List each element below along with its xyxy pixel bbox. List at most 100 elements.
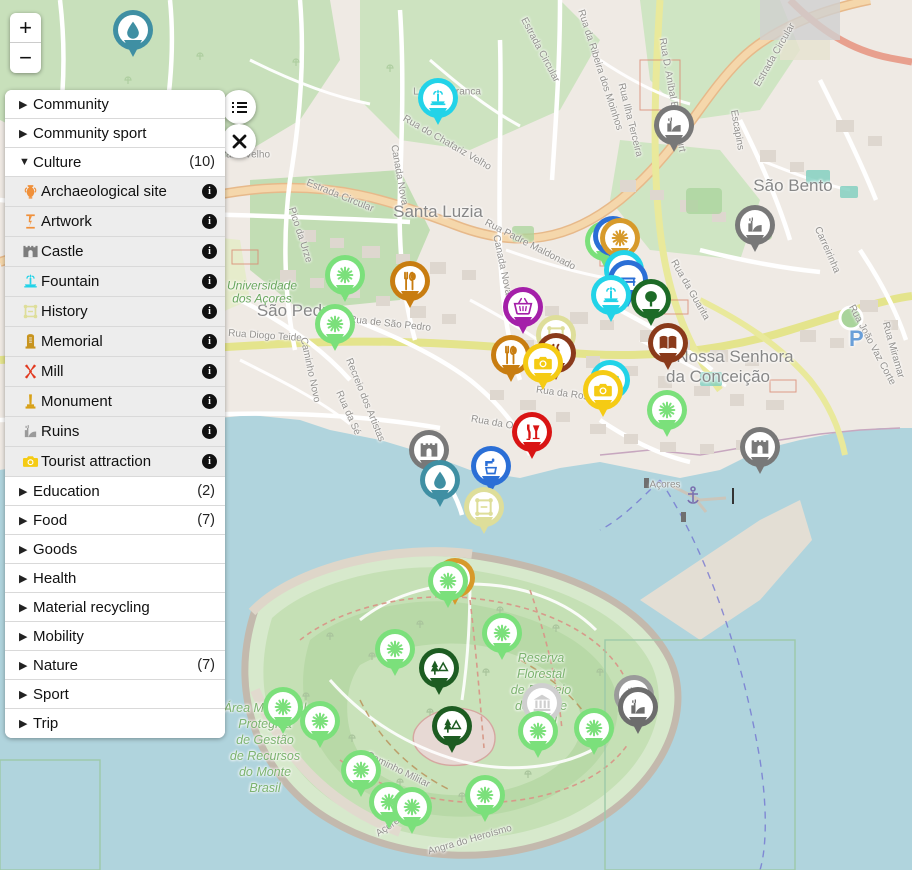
marker-fountain[interactable] bbox=[591, 275, 631, 327]
category-label: Community sport bbox=[33, 124, 147, 142]
item-label: Memorial bbox=[41, 333, 103, 350]
chevron-right-icon: ▶ bbox=[19, 630, 28, 643]
marker-tourist-attraction[interactable] bbox=[583, 370, 623, 422]
ruins-icon bbox=[659, 110, 689, 140]
sidebar-category-goods[interactable]: ▶ Goods bbox=[5, 535, 225, 564]
category-label: Nature bbox=[33, 656, 79, 674]
marker-history[interactable] bbox=[464, 487, 504, 539]
category-label: Material recycling bbox=[33, 598, 150, 616]
amphora-icon bbox=[19, 183, 41, 200]
sidebar-category-community-sport[interactable]: ▶ Community sport bbox=[5, 119, 225, 148]
sidebar-category-trip[interactable]: ▶ Trip bbox=[5, 709, 225, 738]
nature-icon bbox=[330, 260, 360, 290]
marker-ruins[interactable] bbox=[618, 687, 658, 739]
zoom-controls[interactable]: + − bbox=[10, 13, 41, 73]
marker-nature[interactable] bbox=[375, 629, 415, 681]
info-icon[interactable]: i bbox=[202, 424, 217, 439]
marker-ruins[interactable] bbox=[654, 105, 694, 157]
category-label: Goods bbox=[33, 540, 78, 558]
marker-nature[interactable] bbox=[315, 304, 355, 356]
marker-nature[interactable] bbox=[647, 390, 687, 442]
info-icon[interactable]: i bbox=[202, 334, 217, 349]
info-icon[interactable]: i bbox=[202, 454, 217, 469]
marker-water-drop[interactable] bbox=[420, 460, 460, 512]
marker-pin bbox=[512, 412, 552, 452]
info-icon[interactable]: i bbox=[202, 274, 217, 289]
marker-pin bbox=[392, 787, 432, 827]
category-filter-panel[interactable]: ▶ Community ▶ Community sport ▼ Culture (10) Ar… bbox=[5, 90, 225, 738]
marker-pin bbox=[647, 390, 687, 430]
marker-water-drop[interactable] bbox=[113, 10, 153, 62]
sidebar-category-mobility[interactable]: ▶ Mobility bbox=[5, 622, 225, 651]
zoom-in-button[interactable]: + bbox=[10, 13, 41, 43]
basket-icon bbox=[508, 292, 538, 322]
sidebar-category-sport[interactable]: ▶ Sport bbox=[5, 680, 225, 709]
sidebar-category-material-recycling[interactable]: ▶ Material recycling bbox=[5, 593, 225, 622]
marker-nature[interactable] bbox=[574, 708, 614, 760]
info-icon[interactable]: i bbox=[202, 304, 217, 319]
sidebar-item-artwork[interactable]: Artwork i bbox=[5, 207, 225, 237]
marker-ruins[interactable] bbox=[735, 205, 775, 257]
info-icon[interactable]: i bbox=[202, 184, 217, 199]
sidebar-item-history[interactable]: History i bbox=[5, 297, 225, 327]
camera-icon bbox=[19, 453, 41, 470]
fountain-icon bbox=[423, 83, 453, 113]
list-view-button[interactable] bbox=[222, 90, 256, 124]
sidebar-item-archaeological-site[interactable]: Archaeological site i bbox=[5, 177, 225, 207]
chevron-right-icon: ▶ bbox=[19, 688, 28, 701]
info-icon[interactable]: i bbox=[202, 214, 217, 229]
sidebar-item-mill[interactable]: Mill i bbox=[5, 357, 225, 387]
marker-pin bbox=[419, 648, 459, 688]
sidebar-item-castle[interactable]: Castle i bbox=[5, 237, 225, 267]
nature-icon bbox=[268, 692, 298, 722]
sidebar-category-nature[interactable]: ▶ Nature (7) bbox=[5, 651, 225, 680]
marker-castle[interactable] bbox=[740, 427, 780, 479]
sidebar-item-monument[interactable]: Monument i bbox=[5, 387, 225, 417]
marker-pin bbox=[325, 255, 365, 295]
info-icon[interactable]: i bbox=[202, 394, 217, 409]
marker-nature[interactable] bbox=[263, 687, 303, 739]
marker-book[interactable] bbox=[648, 323, 688, 375]
marker-nature[interactable] bbox=[428, 561, 468, 613]
info-icon[interactable]: i bbox=[202, 364, 217, 379]
marker-nature[interactable] bbox=[300, 701, 340, 753]
sidebar-category-education[interactable]: ▶ Education (2) bbox=[5, 477, 225, 506]
sidebar-category-community[interactable]: ▶ Community bbox=[5, 90, 225, 119]
marker-pin bbox=[735, 205, 775, 245]
sidebar-category-culture[interactable]: ▼ Culture (10) bbox=[5, 148, 225, 177]
sidebar-item-memorial[interactable]: Memorial i bbox=[5, 327, 225, 357]
marker-nature[interactable] bbox=[465, 775, 505, 827]
item-label: Tourist attraction bbox=[41, 453, 152, 470]
info-icon[interactable]: i bbox=[202, 244, 217, 259]
marker-nature[interactable] bbox=[392, 787, 432, 839]
category-label: Trip bbox=[33, 715, 59, 732]
sidebar-item-ruins[interactable]: Ruins i bbox=[5, 417, 225, 447]
sidebar-category-food[interactable]: ▶ Food (7) bbox=[5, 506, 225, 535]
chevron-right-icon: ▶ bbox=[19, 514, 28, 527]
chevron-right-icon: ▶ bbox=[19, 98, 28, 111]
history-icon bbox=[19, 303, 41, 320]
zoom-out-button[interactable]: − bbox=[10, 43, 41, 73]
category-count: (2) bbox=[197, 483, 215, 499]
sidebar-category-health[interactable]: ▶ Health bbox=[5, 564, 225, 593]
marker-nature[interactable] bbox=[518, 711, 558, 763]
marker-tourist-attraction[interactable] bbox=[523, 343, 563, 395]
category-label: Sport bbox=[33, 685, 69, 703]
marker-pin bbox=[465, 775, 505, 815]
marker-pin bbox=[518, 711, 558, 751]
marker-nature[interactable] bbox=[482, 613, 522, 665]
close-panel-button[interactable] bbox=[222, 124, 256, 158]
marker-forest[interactable] bbox=[432, 706, 472, 758]
marker-pin bbox=[113, 10, 153, 50]
marker-fountain[interactable] bbox=[418, 78, 458, 130]
sidebar-item-fountain[interactable]: Fountain i bbox=[5, 267, 225, 297]
marker-food[interactable] bbox=[390, 261, 430, 313]
sidebar-item-tourist-attraction[interactable]: Tourist attraction i bbox=[5, 447, 225, 477]
list-icon bbox=[231, 99, 247, 115]
marker-forest[interactable] bbox=[419, 648, 459, 700]
nature-icon bbox=[523, 716, 553, 746]
item-label: Monument bbox=[41, 393, 112, 410]
marker-nature[interactable] bbox=[325, 255, 365, 307]
marker-pin bbox=[471, 446, 511, 486]
marker-drink[interactable] bbox=[512, 412, 552, 464]
